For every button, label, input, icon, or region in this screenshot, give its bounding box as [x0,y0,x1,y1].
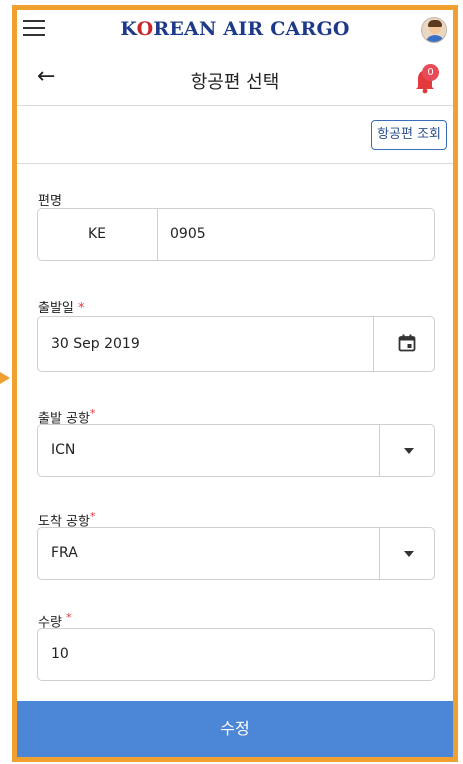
brand-logo: KOREAN AIR CARGO [120,18,350,40]
brand-bar: KOREAN AIR CARGO [17,10,453,54]
app-frame: KOREAN AIR CARGO ← 항공편 선택 0 항공편 조회 편명 KE… [12,5,458,762]
frame-pointer-arrow [0,372,10,384]
calendar-icon[interactable] [398,334,416,352]
required-mark: * [89,510,96,523]
destination-airport-select[interactable]: FRA [37,527,435,580]
notification-count-badge: 0 [422,64,439,81]
search-toolbar: 항공편 조회 [17,106,453,164]
origin-airport-value: ICN [51,442,76,458]
field-divider [157,209,158,260]
departure-date-value: 30 Sep 2019 [51,336,140,352]
departure-date-field[interactable]: 30 Sep 2019 [37,316,435,372]
destination-airport-value: FRA [51,545,78,561]
required-mark: * [78,301,85,316]
quantity-value: 10 [51,646,69,662]
required-mark: * [89,407,96,420]
title-bar: ← 항공편 선택 0 [17,54,453,106]
chevron-down-icon[interactable] [404,448,414,454]
flight-number-field: KE 0905 [37,208,435,261]
flight-lookup-button[interactable]: 항공편 조회 [371,120,447,150]
field-divider [379,528,380,579]
field-divider [373,317,374,371]
required-mark: * [66,611,72,624]
flight-number-input[interactable]: 0905 [170,209,206,260]
quantity-input[interactable]: 10 [37,628,435,681]
chevron-down-icon[interactable] [404,551,414,557]
user-avatar[interactable] [421,17,447,43]
departure-date-label: 출발일 * [38,301,85,316]
field-divider [379,425,380,476]
flight-number-label: 편명 [38,194,62,209]
submit-button[interactable]: 수정 [17,701,453,757]
origin-airport-select[interactable]: ICN [37,424,435,477]
notification-bell-icon[interactable]: 0 [413,64,439,94]
carrier-code-input[interactable]: KE [88,209,106,260]
page-title: 항공편 선택 [190,72,280,93]
